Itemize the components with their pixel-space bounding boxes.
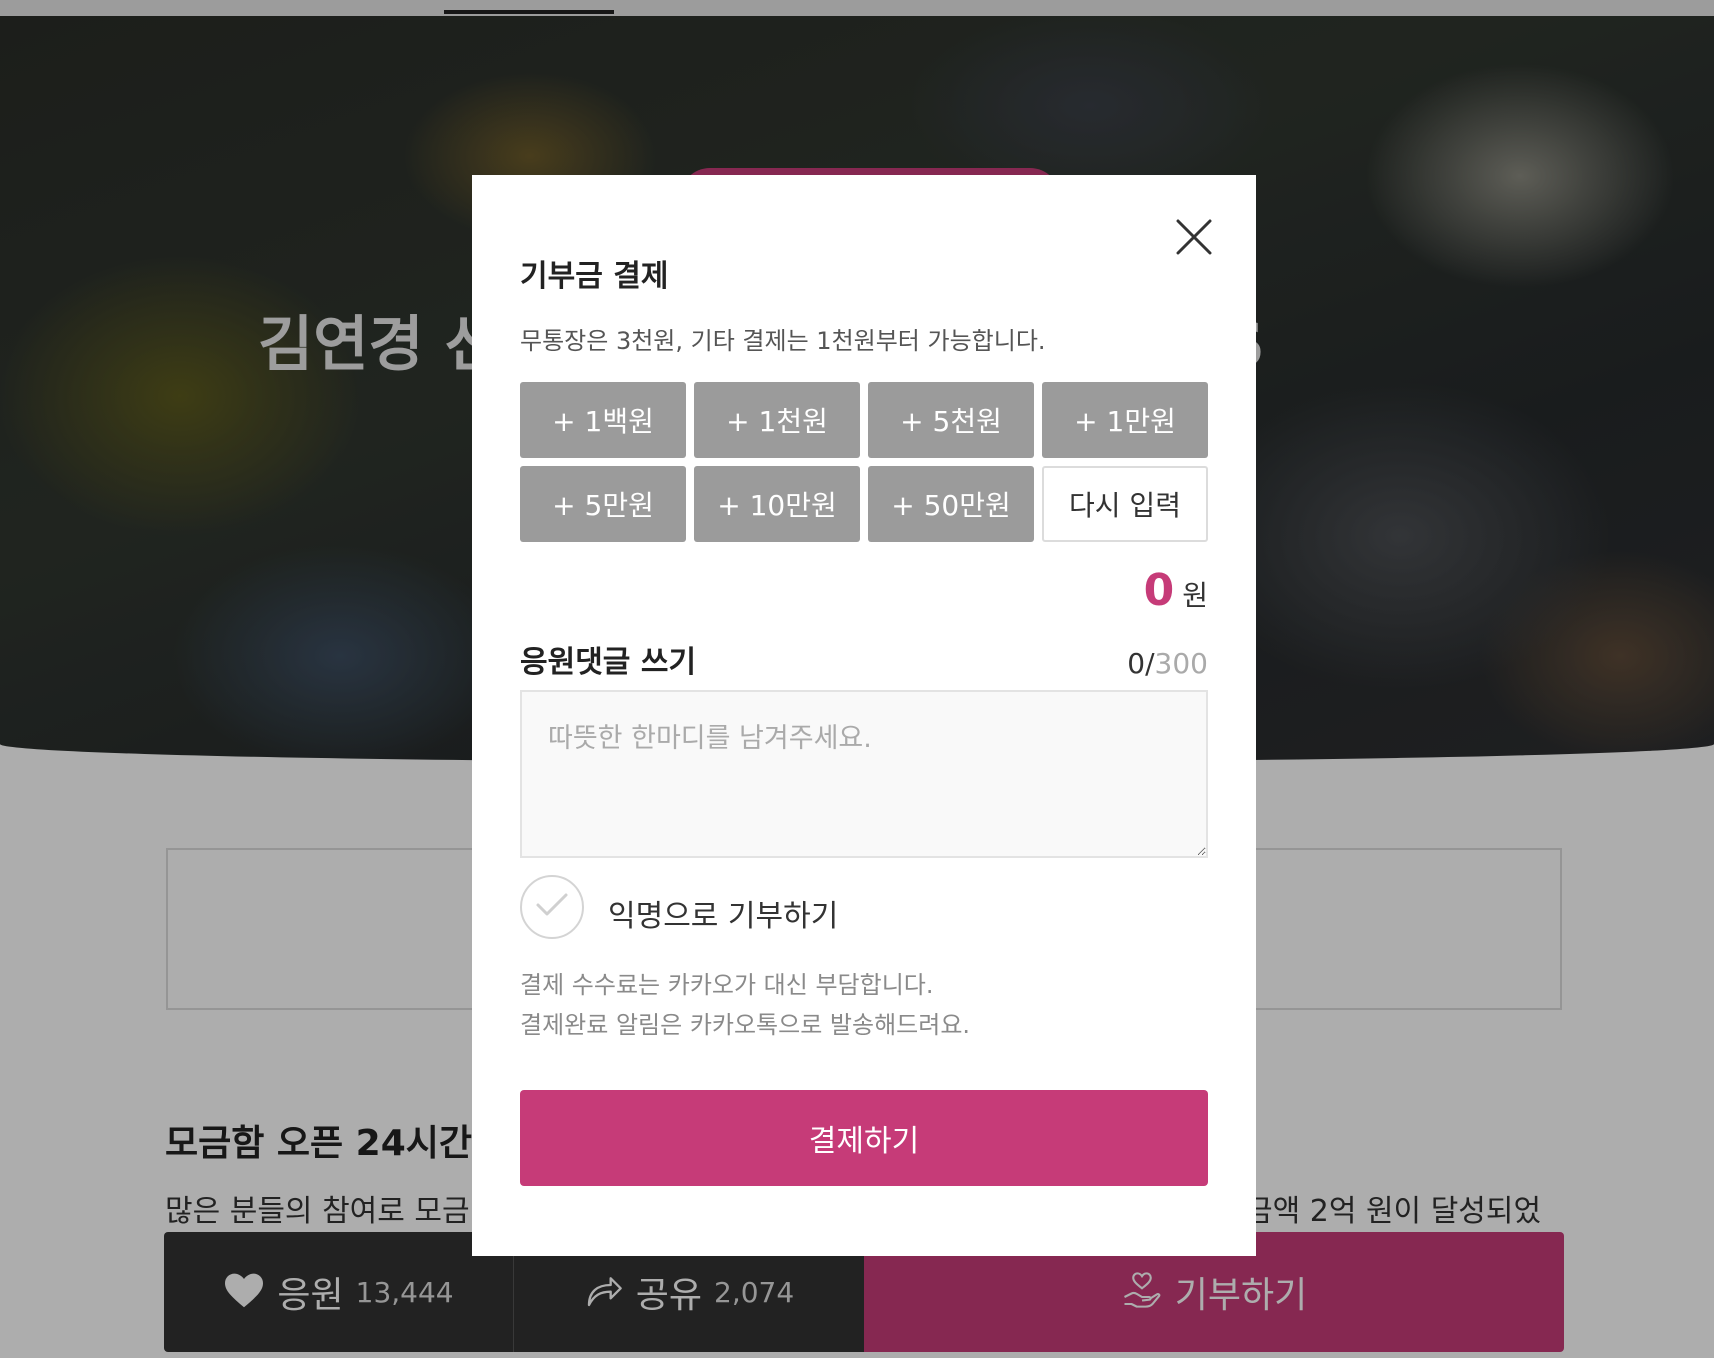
comment-char-count: 0/300 xyxy=(1127,647,1208,680)
amount-button-grid: + 1백원 + 1천원 + 5천원 + 1만원 + 5만원 + 10만원 + 5… xyxy=(520,382,1210,542)
close-icon xyxy=(1172,219,1216,263)
total-amount: 0 원 xyxy=(1144,565,1208,616)
fee-note-line-2: 결제완료 알림은 카카오톡으로 발송해드려요. xyxy=(520,1011,971,1039)
comment-textarea[interactable] xyxy=(520,690,1208,858)
add-5000-won-button[interactable]: + 5천원 xyxy=(868,382,1034,458)
reset-amount-button[interactable]: 다시 입력 xyxy=(1042,466,1208,542)
modal-description: 무통장은 3천원, 기타 결제는 1천원부터 가능합니다. xyxy=(520,327,1046,355)
add-100000-won-button[interactable]: + 10만원 xyxy=(694,466,860,542)
anonymous-label[interactable]: 익명으로 기부하기 xyxy=(608,891,838,935)
add-1000-won-button[interactable]: + 1천원 xyxy=(694,382,860,458)
add-50000-won-button[interactable]: + 5만원 xyxy=(520,466,686,542)
char-count-current: 0 xyxy=(1127,647,1146,680)
total-amount-value: 0 xyxy=(1143,565,1175,616)
add-10000-won-button[interactable]: + 1만원 xyxy=(1042,382,1208,458)
donation-payment-modal: 기부금 결제 무통장은 3천원, 기타 결제는 1천원부터 가능합니다. + 1… xyxy=(472,175,1256,1256)
add-500000-won-button[interactable]: + 50만원 xyxy=(868,466,1034,542)
close-button[interactable] xyxy=(1172,215,1216,259)
comment-section-label: 응원댓글 쓰기 xyxy=(520,645,697,680)
char-count-max: 300 xyxy=(1154,647,1208,680)
modal-title: 기부금 결제 xyxy=(520,259,669,294)
pay-button[interactable]: 결제하기 xyxy=(520,1090,1208,1186)
add-100-won-button[interactable]: + 1백원 xyxy=(520,382,686,458)
anonymous-checkbox[interactable] xyxy=(520,875,584,939)
fee-note: 결제 수수료는 카카오가 대신 부담합니다. 결제완료 알림은 카카오톡으로 발… xyxy=(520,965,970,1045)
fee-note-line-1: 결제 수수료는 카카오가 대신 부담합니다. xyxy=(520,971,934,999)
total-amount-unit: 원 xyxy=(1182,579,1208,612)
check-icon xyxy=(535,892,569,922)
